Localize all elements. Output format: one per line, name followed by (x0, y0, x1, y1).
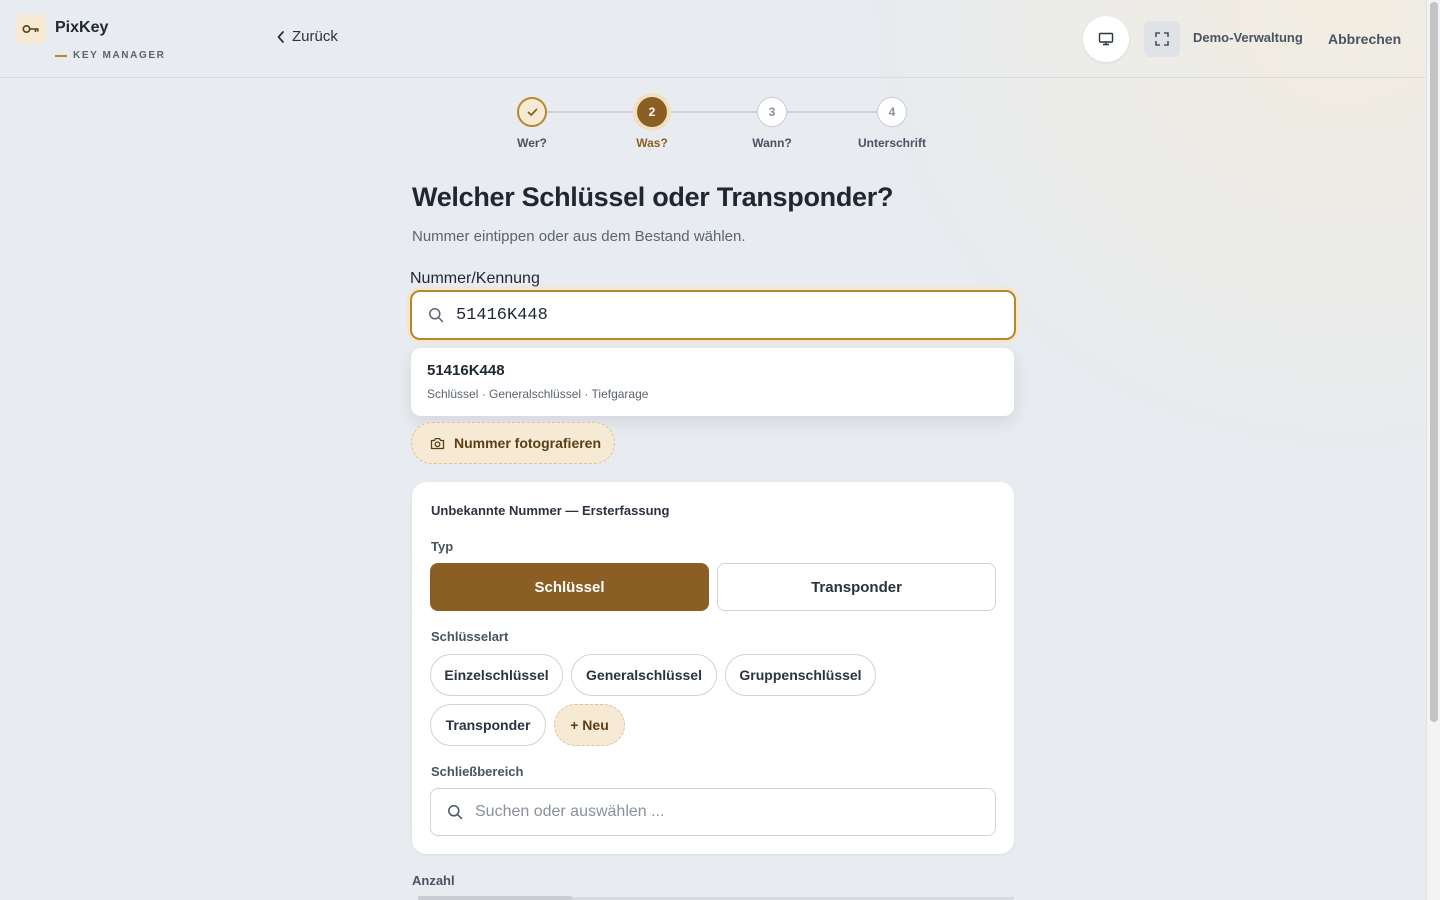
lock-area-input[interactable] (475, 803, 975, 821)
step-4-label: Unterschrift (857, 136, 926, 150)
display-mode-button[interactable] (1083, 16, 1129, 62)
page-subtitle: Nummer eintippen oder aus dem Bestand wä… (412, 228, 746, 245)
kind-option-group[interactable]: Gruppenschlüssel (725, 654, 876, 696)
chevron-left-icon (277, 30, 284, 43)
step-3-label: Wann? (752, 136, 792, 150)
step-3-indicator: 3 (757, 97, 787, 127)
step-1-indicator (517, 97, 547, 127)
scrollbar-thumb[interactable] (1430, 2, 1438, 722)
demo-admin-link[interactable]: Demo-Verwaltung (1193, 30, 1303, 45)
camera-icon (430, 437, 445, 449)
app-name: PixKey (55, 19, 109, 36)
search-icon (448, 805, 463, 820)
back-label: Zurück (292, 28, 338, 45)
fullscreen-button[interactable] (1144, 21, 1180, 57)
scrollbar[interactable] (1426, 0, 1440, 900)
card-title: Unbekannte Nummer — Ersterfassung (431, 503, 670, 518)
step-1-label: Wer? (517, 136, 547, 150)
type-option-transponder[interactable]: Transponder (717, 563, 996, 611)
key-icon (22, 24, 39, 34)
search-icon (429, 308, 444, 323)
type-label: Typ (431, 539, 454, 554)
check-icon (527, 108, 537, 116)
key-kind-label: Schlüsselart (431, 629, 509, 644)
back-button[interactable]: Zurück (276, 28, 338, 45)
quantity-label: Anzahl (412, 873, 455, 888)
suggestion-meta: Schlüssel · Generalschlüssel · Tiefgarag… (427, 387, 649, 401)
suggestion-item[interactable]: 51416K448 Schlüssel · Generalschlüssel ·… (411, 348, 1014, 416)
step-2-indicator: 2 (637, 97, 667, 127)
step-2-label: Was? (636, 136, 668, 150)
logo (16, 14, 46, 44)
type-option-key[interactable]: Schlüssel (430, 563, 709, 611)
kind-option-transponder[interactable]: Transponder (430, 704, 546, 746)
monitor-icon (1098, 32, 1114, 46)
photograph-button-label: Nummer fotografieren (454, 435, 602, 451)
kind-option-master[interactable]: Generalschlüssel (571, 654, 717, 696)
number-search-field[interactable] (410, 290, 1016, 340)
quantity-stepper[interactable] (418, 896, 572, 900)
app-subtitle-text: KEY MANAGER (73, 50, 166, 61)
app-subtitle: KEY MANAGER (55, 50, 165, 61)
step-connector (667, 111, 758, 113)
photograph-number-button[interactable]: Nummer fotografieren (411, 422, 615, 464)
lock-area-field[interactable] (430, 788, 996, 836)
suggestion-title: 51416K448 (427, 362, 505, 379)
top-bar: PixKey KEY MANAGER Zurück Demo-Verwaltun… (0, 0, 1426, 78)
step-connector (547, 111, 638, 113)
number-search-input[interactable] (456, 305, 976, 325)
fullscreen-icon (1155, 32, 1169, 46)
number-field-label: Nummer/Kennung (410, 270, 540, 287)
new-number-card: Unbekannte Nummer — Ersterfassung Typ Sc… (412, 482, 1014, 854)
accent-dash (55, 54, 67, 57)
page-title: Welcher Schlüssel oder Transponder? (412, 182, 894, 212)
kind-add-new-button[interactable]: + Neu (554, 704, 625, 746)
step-connector (787, 111, 878, 113)
cancel-button[interactable]: Abbrechen (1328, 31, 1401, 47)
step-4-indicator: 4 (877, 97, 907, 127)
kind-option-single[interactable]: Einzelschlüssel (430, 654, 563, 696)
lock-area-label: Schließbereich (431, 764, 524, 779)
